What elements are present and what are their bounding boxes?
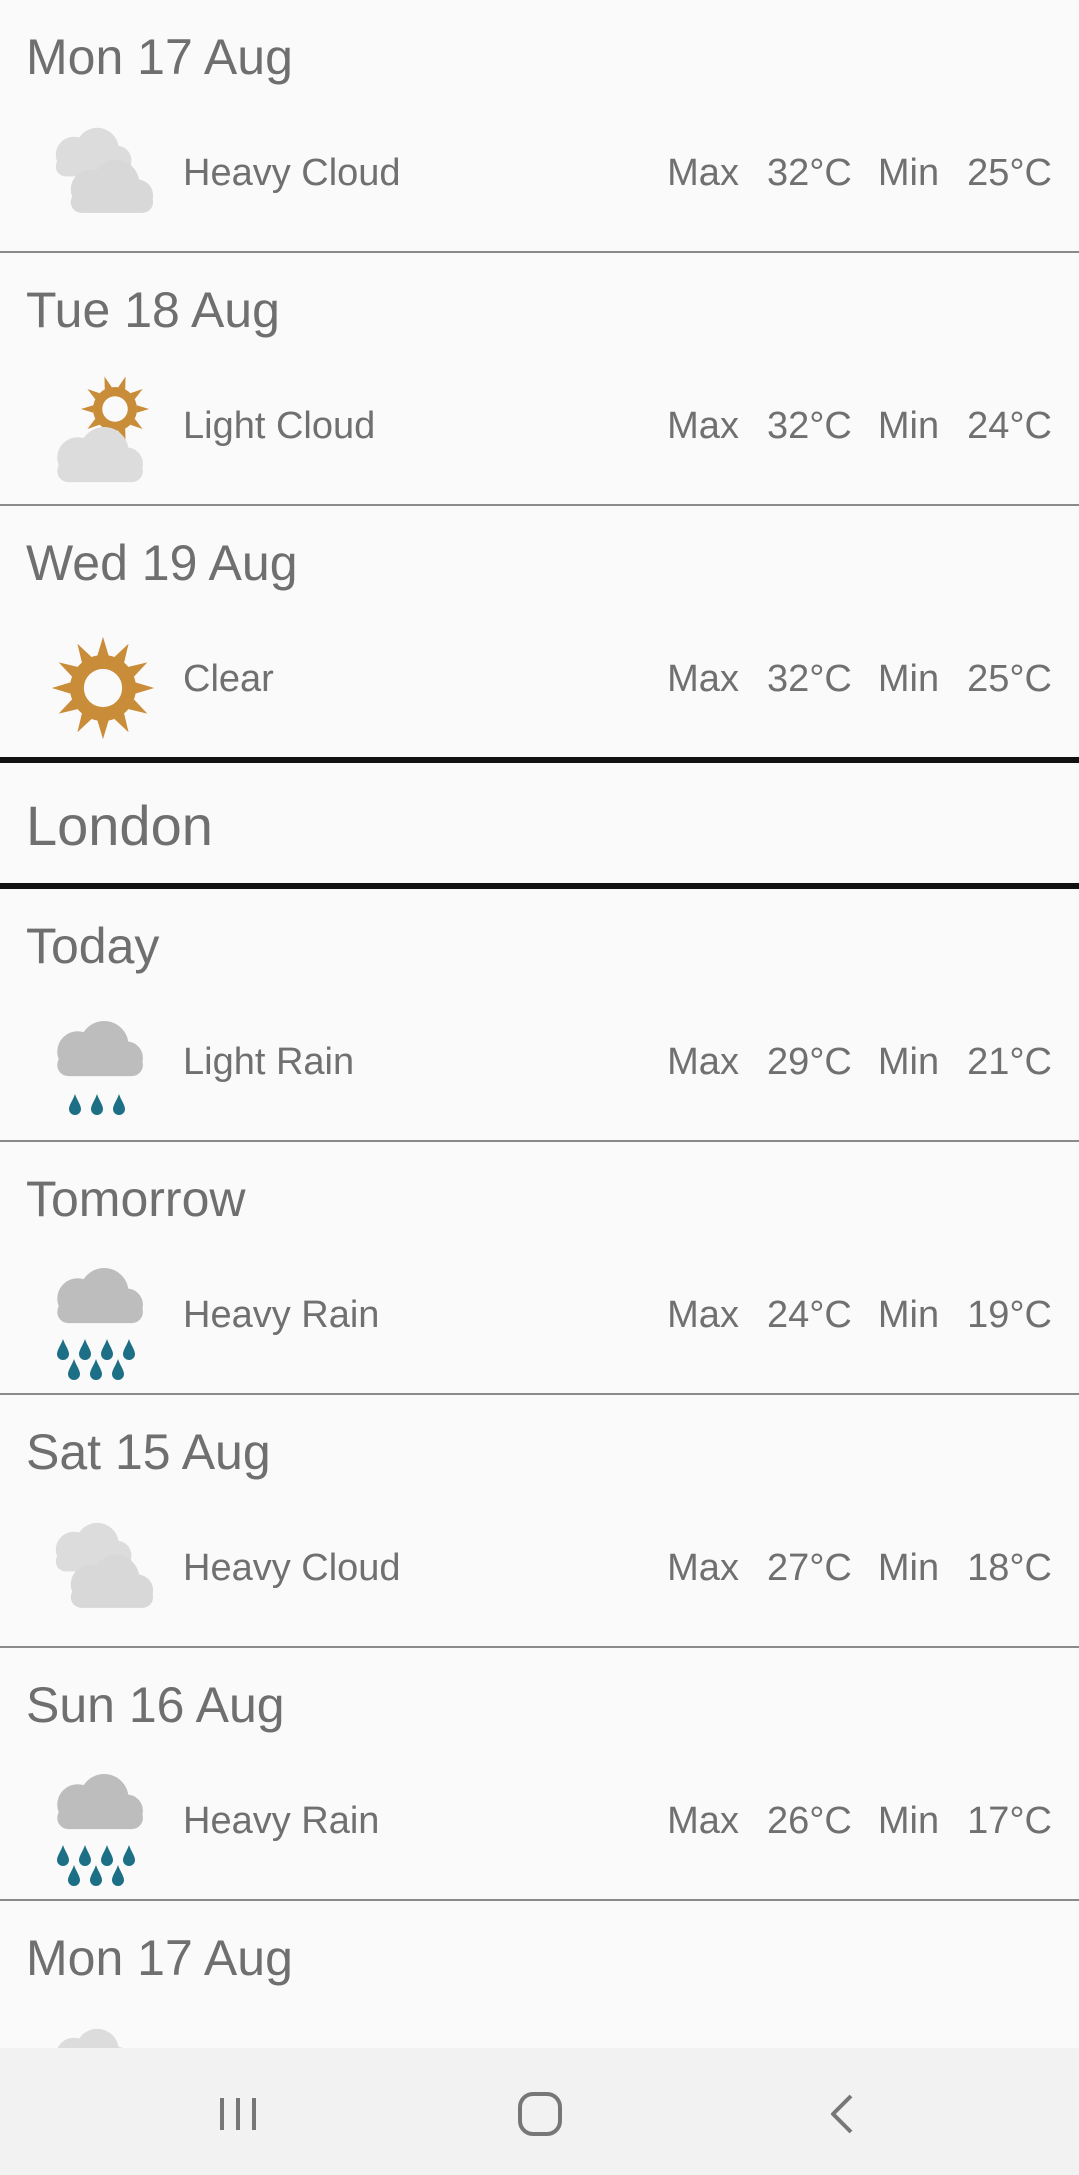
- city-name: London: [26, 794, 213, 857]
- min-temp: 25°C: [967, 658, 1052, 700]
- light-rain-icon: [57, 1021, 143, 1115]
- city-header: London: [0, 757, 1079, 889]
- day-label: Tomorrow: [26, 1171, 246, 1227]
- max-label: Max: [667, 152, 739, 194]
- condition-label: Heavy Cloud: [183, 1547, 401, 1589]
- min-temp: 24°C: [967, 405, 1052, 447]
- condition-label: Heavy Rain: [183, 1294, 380, 1336]
- max-label: Max: [667, 1547, 739, 1589]
- forecast-row[interactable]: Wed 19 Aug Clear Max 32°C Min 25°C: [0, 506, 1079, 759]
- forecast-row[interactable]: Tue 18 Aug Light Cloud Max 32°C Min 24°C: [0, 253, 1079, 506]
- back-icon: [831, 2094, 853, 2134]
- temperature-range: Max 29°C Min 21°C: [667, 1041, 1052, 1084]
- condition-label: Light Cloud: [183, 405, 376, 447]
- max-label: Max: [667, 405, 739, 447]
- max-temp: 27°C: [766, 1547, 852, 1589]
- condition-label: Heavy Cloud: [183, 152, 401, 194]
- condition-label: Clear: [183, 658, 274, 700]
- home-icon: [518, 2092, 562, 2136]
- day-label: Mon 17 Aug: [26, 1930, 293, 1986]
- temperature-range: Max 26°C Min 17°C: [667, 1800, 1052, 1843]
- max-temp: 26°C: [766, 1800, 852, 1842]
- condition-label: Heavy Rain: [183, 1800, 380, 1842]
- max-temp: 24°C: [766, 1294, 852, 1336]
- max-temp: 32°C: [766, 658, 852, 700]
- temperature-range: Max 32°C Min 24°C: [667, 405, 1052, 448]
- min-temp: 19°C: [967, 1294, 1052, 1336]
- min-temp: 18°C: [967, 1547, 1052, 1589]
- day-label: Wed 19 Aug: [26, 535, 298, 591]
- temperature-range: Max 24°C Min 19°C: [667, 1294, 1052, 1337]
- day-label: Sat 15 Aug: [26, 1424, 271, 1480]
- forecast-row[interactable]: Sun 16 Aug Heavy Rain Max 26°C Min 17°C: [0, 1648, 1079, 1901]
- back-button[interactable]: [813, 2084, 873, 2144]
- max-label: Max: [667, 1041, 739, 1083]
- recent-apps-button[interactable]: [210, 2084, 270, 2144]
- min-label: Min: [877, 1041, 940, 1083]
- light-cloud-icon: [57, 376, 150, 483]
- day-label: Mon 17 Aug: [26, 29, 293, 85]
- forecast-row[interactable]: Tomorrow Heavy Rain Max 24°C Min 19°C: [0, 1142, 1079, 1395]
- temperature-range: Max 32°C Min 25°C: [667, 658, 1052, 701]
- clear-icon: [51, 636, 155, 740]
- navigation-bar: [0, 2048, 1079, 2175]
- temperature-range: Max 32°C Min 25°C: [667, 152, 1052, 195]
- min-label: Min: [877, 405, 940, 447]
- heavy-cloud-icon: [55, 1522, 154, 1608]
- day-label: Tue 18 Aug: [26, 282, 280, 338]
- recent-apps-icon: [220, 2098, 256, 2130]
- max-temp: 32°C: [766, 152, 852, 194]
- max-temp: 32°C: [766, 405, 852, 447]
- forecast-list[interactable]: Mon 17 Aug Heavy Cloud Max 32°C Min 25°C Tu…: [0, 0, 1079, 2154]
- forecast-row[interactable]: Mon 17 Aug Heavy Cloud Max 32°C Min 25°C: [0, 0, 1079, 253]
- max-label: Max: [667, 1294, 739, 1336]
- heavy-rain-icon: [57, 1774, 143, 1886]
- max-label: Max: [667, 658, 739, 700]
- condition-label: Light Rain: [183, 1041, 355, 1083]
- min-temp: 21°C: [967, 1041, 1052, 1083]
- min-label: Min: [877, 152, 940, 194]
- home-button[interactable]: [510, 2084, 570, 2144]
- temperature-range: Max 27°C Min 18°C: [667, 1547, 1052, 1590]
- forecast-row[interactable]: Sat 15 Aug Heavy Cloud Max 27°C Min 18°C: [0, 1395, 1079, 1648]
- heavy-rain-icon: [57, 1268, 143, 1380]
- heavy-cloud-icon: [55, 127, 154, 213]
- min-label: Min: [877, 1294, 940, 1336]
- day-label: Sun 16 Aug: [26, 1677, 285, 1733]
- max-label: Max: [667, 1800, 739, 1842]
- min-temp: 25°C: [967, 152, 1052, 194]
- forecast-row[interactable]: Today Light Rain Max 29°C Min 21°C: [0, 889, 1079, 1142]
- min-temp: 17°C: [967, 1800, 1052, 1842]
- max-temp: 29°C: [766, 1041, 852, 1083]
- min-label: Min: [877, 658, 940, 700]
- min-label: Min: [877, 1800, 940, 1842]
- day-label: Today: [26, 918, 160, 974]
- min-label: Min: [877, 1547, 940, 1589]
